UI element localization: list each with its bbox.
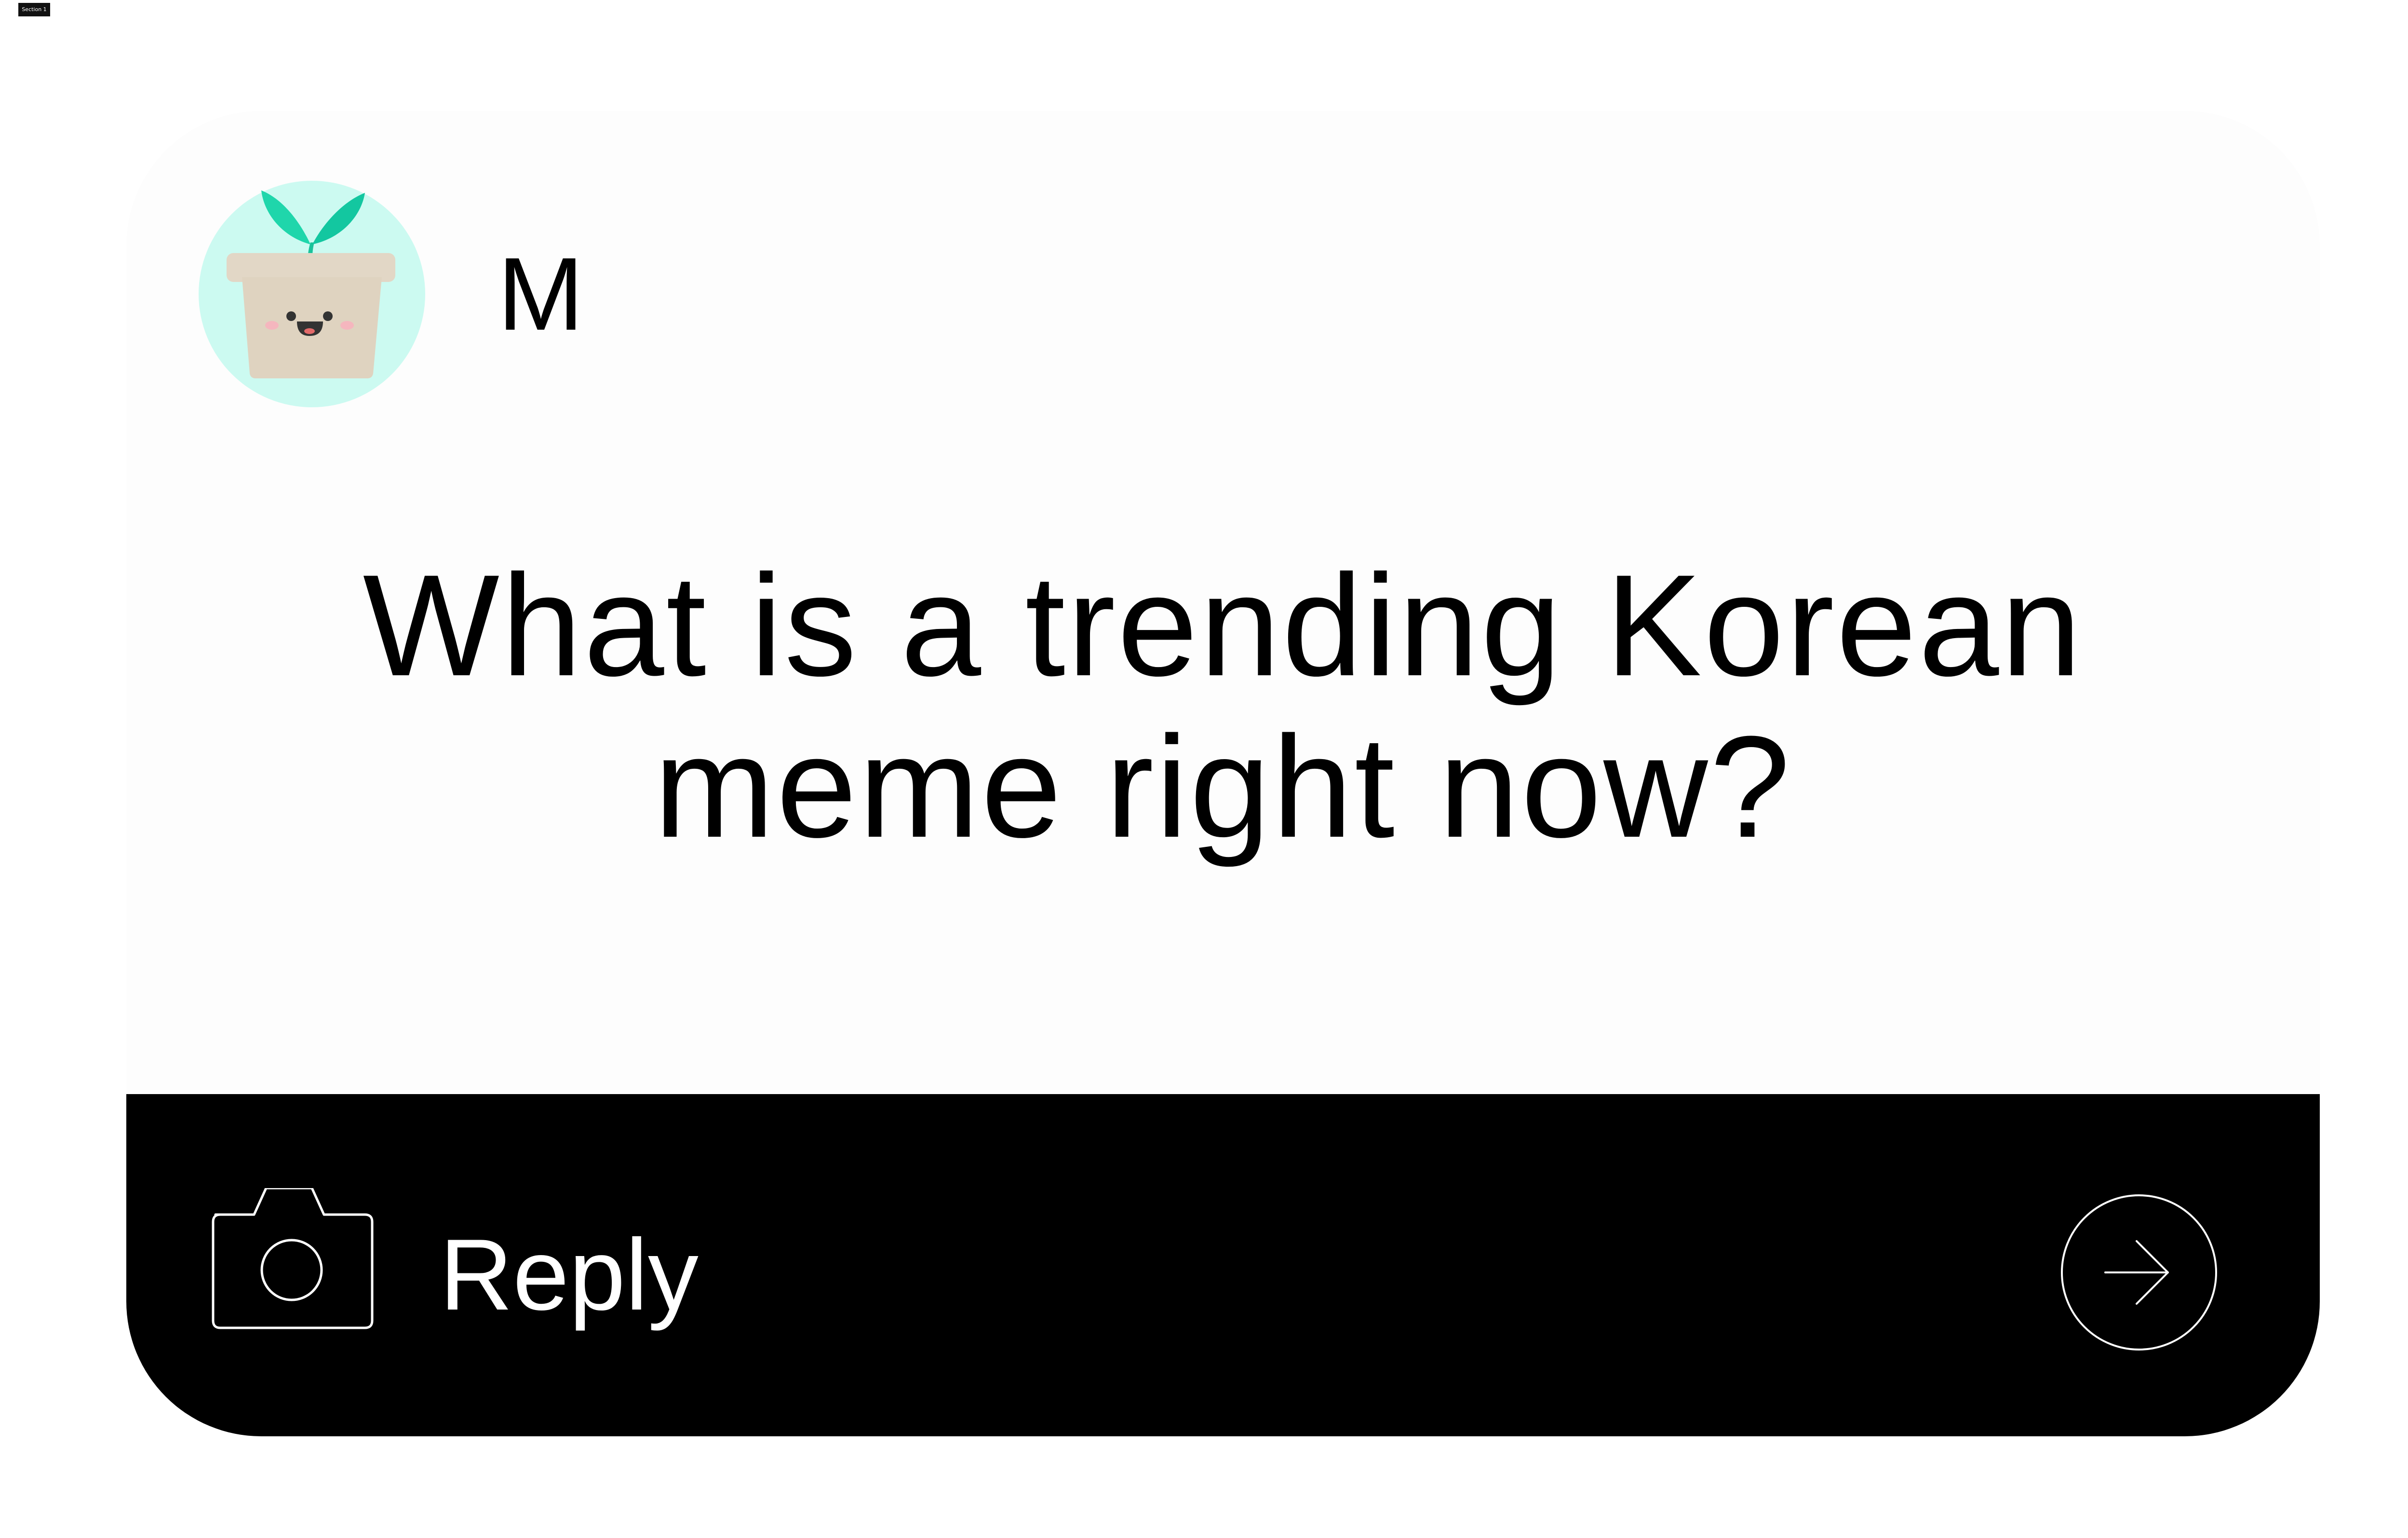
camera-icon [212, 1188, 374, 1329]
send-button[interactable] [2059, 1193, 2219, 1352]
plant-pot-avatar-icon [199, 181, 425, 407]
camera-button[interactable] [206, 1188, 379, 1337]
section-label: Section 1 [18, 3, 50, 16]
reply-input[interactable]: Reply [440, 1219, 699, 1330]
post-header: M [126, 111, 2320, 448]
post-card: M What is a trending Korean meme right n… [126, 111, 2320, 1436]
arrow-right-icon [2061, 1194, 2217, 1351]
question-text: What is a trending Korean meme right now… [363, 544, 2084, 868]
reply-bar: Reply [126, 1094, 2320, 1436]
author-name[interactable]: M [498, 236, 584, 352]
avatar[interactable] [199, 181, 425, 407]
